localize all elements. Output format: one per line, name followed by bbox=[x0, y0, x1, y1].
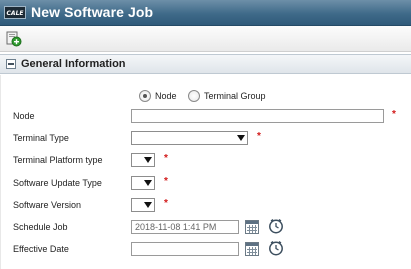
software-update-type-required-marker: * bbox=[164, 176, 168, 187]
app-logo: CALE bbox=[4, 6, 26, 19]
chevron-down-icon bbox=[144, 202, 152, 208]
schedule-job-label: Schedule Job bbox=[13, 222, 68, 232]
radio-node-label: Node bbox=[155, 91, 177, 101]
software-update-type-select[interactable] bbox=[131, 176, 155, 190]
terminal-platform-type-required-marker: * bbox=[164, 153, 168, 164]
terminal-type-select[interactable] bbox=[131, 131, 248, 145]
terminal-type-label: Terminal Type bbox=[13, 133, 69, 143]
radio-terminal-group[interactable] bbox=[188, 90, 200, 102]
terminal-type-required-marker: * bbox=[257, 131, 261, 142]
chevron-down-icon bbox=[144, 180, 152, 186]
software-version-select[interactable] bbox=[131, 198, 155, 212]
software-update-type-label: Software Update Type bbox=[13, 178, 102, 188]
section-general-information[interactable]: General Information bbox=[0, 54, 411, 74]
window-titlebar: CALE New Software Job bbox=[0, 0, 411, 26]
node-label: Node bbox=[13, 111, 35, 121]
add-green-icon[interactable] bbox=[6, 31, 22, 47]
software-version-label: Software Version bbox=[13, 200, 82, 210]
toolbar bbox=[0, 26, 411, 52]
effective-date-input[interactable] bbox=[131, 242, 239, 256]
radio-node[interactable] bbox=[139, 90, 151, 102]
collapse-minus-icon[interactable] bbox=[6, 59, 16, 69]
terminal-platform-type-select[interactable] bbox=[131, 153, 155, 167]
chevron-down-icon bbox=[144, 157, 152, 163]
effective-date-label: Effective Date bbox=[13, 244, 69, 254]
calendar-icon[interactable] bbox=[245, 220, 259, 234]
schedule-job-input[interactable]: 2018-11-08 1:41 PM bbox=[131, 220, 239, 234]
form-area bbox=[0, 75, 411, 269]
terminal-platform-type-label: Terminal Platform type bbox=[13, 155, 103, 165]
software-version-required-marker: * bbox=[164, 198, 168, 209]
calendar-icon[interactable] bbox=[245, 242, 259, 256]
node-input[interactable] bbox=[131, 109, 384, 123]
chevron-down-icon bbox=[237, 135, 245, 141]
clock-icon[interactable] bbox=[268, 218, 284, 234]
clock-icon[interactable] bbox=[268, 240, 284, 256]
radio-terminal-group-label: Terminal Group bbox=[204, 91, 266, 101]
section-title: General Information bbox=[21, 58, 126, 70]
window-title: New Software Job bbox=[31, 4, 154, 20]
node-required-marker: * bbox=[392, 109, 396, 120]
